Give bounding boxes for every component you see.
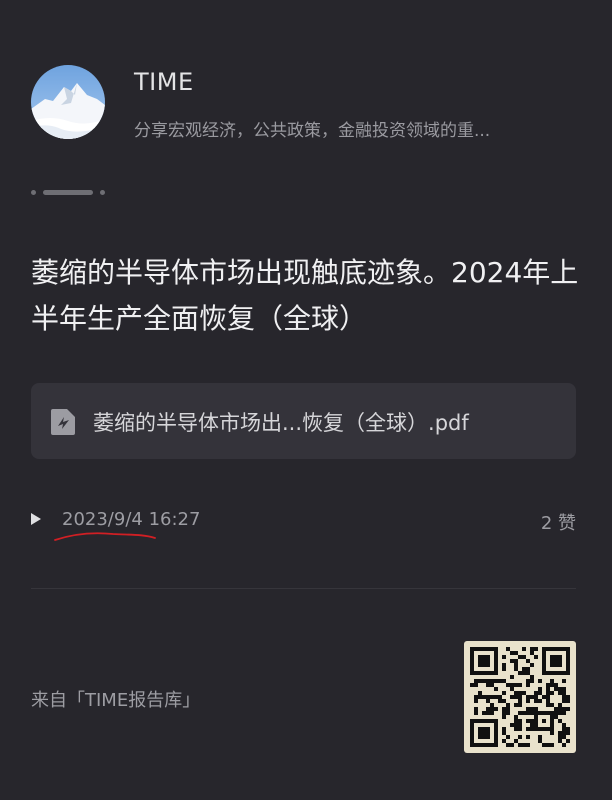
divider — [31, 588, 576, 589]
account-description: 分享宏观经济，公共政策，金融投资领域的重... — [134, 121, 491, 141]
qr-code-icon — [470, 647, 570, 747]
account-name[interactable]: TIME — [134, 68, 194, 96]
like-count[interactable]: 2 赞 — [541, 509, 576, 535]
page-dot — [31, 190, 36, 195]
mountain-avatar-icon — [31, 65, 105, 139]
post-date: 2023/9/4 16:27 — [62, 509, 201, 530]
qr-code[interactable] — [464, 641, 576, 753]
red-handwritten-underline — [54, 532, 156, 541]
post-title: 萎缩的半导体市场出现触底迹象。2024年上半年生产全面恢复（全球） — [31, 256, 579, 335]
attachment-file-name[interactable]: 萎缩的半导体市场出...恢复（全球）.pdf — [93, 407, 563, 437]
avatar[interactable] — [31, 65, 105, 139]
pdf-icon — [51, 409, 75, 435]
attachment-card[interactable]: 萎缩的半导体市场出...恢复（全球）.pdf — [31, 383, 576, 459]
play-icon[interactable] — [30, 512, 42, 526]
page-dot — [100, 190, 105, 195]
source-label[interactable]: 来自「TIME报告库」 — [31, 686, 200, 712]
page-dot-active — [43, 190, 93, 195]
